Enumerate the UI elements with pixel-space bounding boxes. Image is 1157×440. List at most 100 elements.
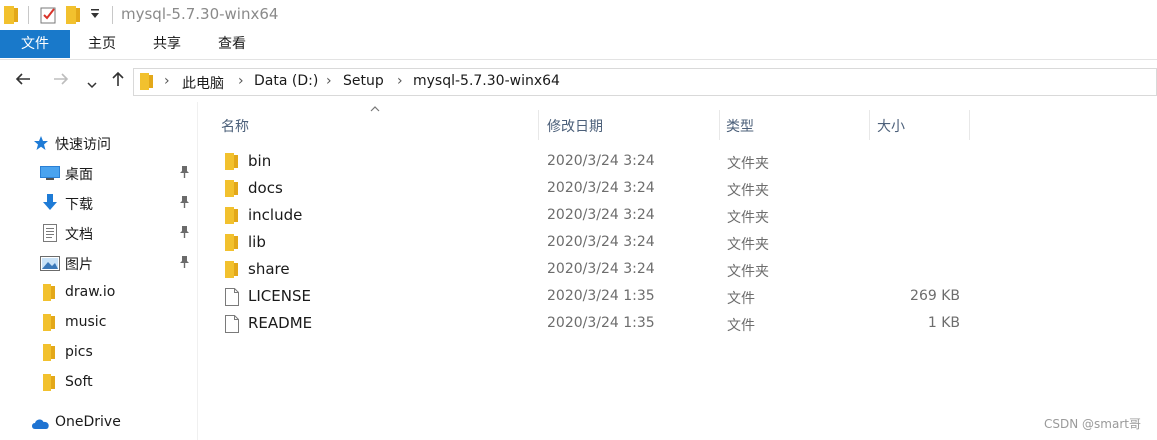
folder-icon xyxy=(4,6,18,28)
column-header-name[interactable]: 名称 xyxy=(213,110,538,140)
folder-icon xyxy=(43,344,55,365)
tab-file[interactable]: 文件 xyxy=(0,30,70,58)
file-row-bin[interactable]: bin 2020/3/24 3:24 文件夹 xyxy=(199,148,1157,175)
pin-icon[interactable] xyxy=(178,165,192,181)
pin-icon[interactable] xyxy=(178,255,192,271)
pin-icon[interactable] xyxy=(178,195,192,211)
sidebar-item-documents[interactable]: 文档 xyxy=(0,219,198,247)
file-type: 文件夹 xyxy=(727,264,769,280)
sidebar-item-label: draw.io xyxy=(65,284,116,300)
file-type: 文件夹 xyxy=(727,210,769,226)
file-name: share xyxy=(248,260,290,278)
sidebar-item-label: 文档 xyxy=(65,227,93,243)
divider xyxy=(28,6,29,24)
tab-share[interactable]: 共享 xyxy=(143,30,191,58)
file-name: README xyxy=(248,314,313,332)
sidebar-item-desktop[interactable]: 桌面 xyxy=(0,159,198,187)
pin-icon[interactable] xyxy=(178,225,192,241)
picture-icon xyxy=(40,256,60,275)
chevron-right-icon[interactable]: › xyxy=(164,73,170,89)
sidebar-item-soft[interactable]: Soft xyxy=(0,369,198,397)
cloud-icon xyxy=(30,417,50,434)
document-icon xyxy=(43,224,57,246)
file-type: 文件 xyxy=(727,291,755,307)
column-header-date[interactable]: 修改日期 xyxy=(539,110,719,140)
file-name: LICENSE xyxy=(248,287,311,305)
folder-icon xyxy=(43,314,55,335)
customize-toolbar-icon[interactable] xyxy=(90,8,100,24)
sidebar-item-label: 快速访问 xyxy=(55,137,111,153)
file-type: 文件夹 xyxy=(727,156,769,172)
file-row-include[interactable]: include 2020/3/24 3:24 文件夹 xyxy=(199,202,1157,229)
download-icon xyxy=(42,194,58,216)
file-date: 2020/3/24 3:24 xyxy=(547,180,655,196)
file-icon xyxy=(225,288,239,310)
chevron-right-icon[interactable]: › xyxy=(238,73,244,89)
file-date: 2020/3/24 1:35 xyxy=(547,288,655,304)
new-folder-icon[interactable] xyxy=(66,6,80,28)
sidebar-item-pics[interactable]: pics xyxy=(0,339,198,367)
star-icon xyxy=(33,135,49,155)
sidebar-item-label: 桌面 xyxy=(65,167,93,183)
file-size: 269 KB xyxy=(910,288,960,304)
back-button[interactable] xyxy=(14,70,32,93)
file-name: include xyxy=(248,206,303,224)
column-header-type[interactable]: 类型 xyxy=(718,110,868,140)
recent-locations-button[interactable] xyxy=(86,74,98,95)
sidebar-item-label: music xyxy=(65,314,107,330)
folder-icon xyxy=(225,261,238,282)
folder-icon xyxy=(225,234,238,255)
column-header-size[interactable]: 大小 xyxy=(869,110,969,140)
window-title: mysql-5.7.30-winx64 xyxy=(121,5,279,23)
tab-view[interactable]: 查看 xyxy=(208,30,256,58)
file-size: 1 KB xyxy=(927,315,960,331)
file-icon xyxy=(225,315,239,337)
file-row-readme[interactable]: README 2020/3/24 1:35 文件 1 KB xyxy=(199,310,1157,337)
file-row-share[interactable]: share 2020/3/24 3:24 文件夹 xyxy=(199,256,1157,283)
watermark: CSDN @smart哥 xyxy=(1044,417,1141,431)
properties-icon[interactable] xyxy=(40,6,58,28)
desktop-icon xyxy=(40,166,60,184)
file-date: 2020/3/24 3:24 xyxy=(547,207,655,223)
sidebar-item-music[interactable]: music xyxy=(0,309,198,337)
tab-home[interactable]: 主页 xyxy=(78,30,126,58)
sidebar-item-pictures[interactable]: 图片 xyxy=(0,249,198,277)
title-bar: mysql-5.7.30-winx64 xyxy=(0,0,1157,30)
file-list: 名称 修改日期 类型 大小 bin 2020/3/24 3:24 文件夹 doc… xyxy=(199,102,1157,440)
column-divider[interactable] xyxy=(969,110,970,140)
folder-icon xyxy=(225,180,238,201)
sidebar-item-onedrive[interactable]: OneDrive xyxy=(0,409,198,437)
divider xyxy=(112,6,113,24)
folder-icon xyxy=(225,207,238,228)
address-bar[interactable]: › 此电脑 › Data (D:) › Setup › mysql-5.7.30… xyxy=(133,68,1157,96)
folder-icon xyxy=(225,153,238,174)
folder-icon xyxy=(43,284,55,305)
file-date: 2020/3/24 3:24 xyxy=(547,234,655,250)
sidebar-item-label: pics xyxy=(65,344,93,360)
file-name: docs xyxy=(248,179,283,197)
file-name: lib xyxy=(248,233,266,251)
forward-button[interactable] xyxy=(52,70,70,93)
up-button[interactable] xyxy=(109,70,127,93)
breadcrumb-current[interactable]: mysql-5.7.30-winx64 xyxy=(413,73,560,89)
navigation-bar: › 此电脑 › Data (D:) › Setup › mysql-5.7.30… xyxy=(0,60,1157,102)
file-row-docs[interactable]: docs 2020/3/24 3:24 文件夹 xyxy=(199,175,1157,202)
breadcrumb-setup[interactable]: Setup xyxy=(343,73,384,89)
file-row-lib[interactable]: lib 2020/3/24 3:24 文件夹 xyxy=(199,229,1157,256)
sidebar-item-downloads[interactable]: 下载 xyxy=(0,189,198,217)
sidebar-item-drawio[interactable]: draw.io xyxy=(0,279,198,307)
file-row-license[interactable]: LICENSE 2020/3/24 1:35 文件 269 KB xyxy=(199,283,1157,310)
sidebar-item-label: 图片 xyxy=(65,257,93,273)
chevron-down-icon xyxy=(87,82,97,89)
up-arrow-icon xyxy=(112,71,124,86)
breadcrumb-this-pc[interactable]: 此电脑 xyxy=(182,73,224,93)
file-name: bin xyxy=(248,152,272,170)
chevron-right-icon[interactable]: › xyxy=(397,73,403,89)
ribbon-tabs: 文件 主页 共享 查看 xyxy=(0,30,1157,60)
sidebar-item-quick-access[interactable]: 快速访问 xyxy=(0,129,198,157)
breadcrumb-drive[interactable]: Data (D:) xyxy=(254,73,318,89)
file-date: 2020/3/24 3:24 xyxy=(547,261,655,277)
sidebar-item-label: 下载 xyxy=(65,197,93,213)
folder-icon xyxy=(43,374,55,395)
chevron-right-icon[interactable]: › xyxy=(326,73,332,89)
